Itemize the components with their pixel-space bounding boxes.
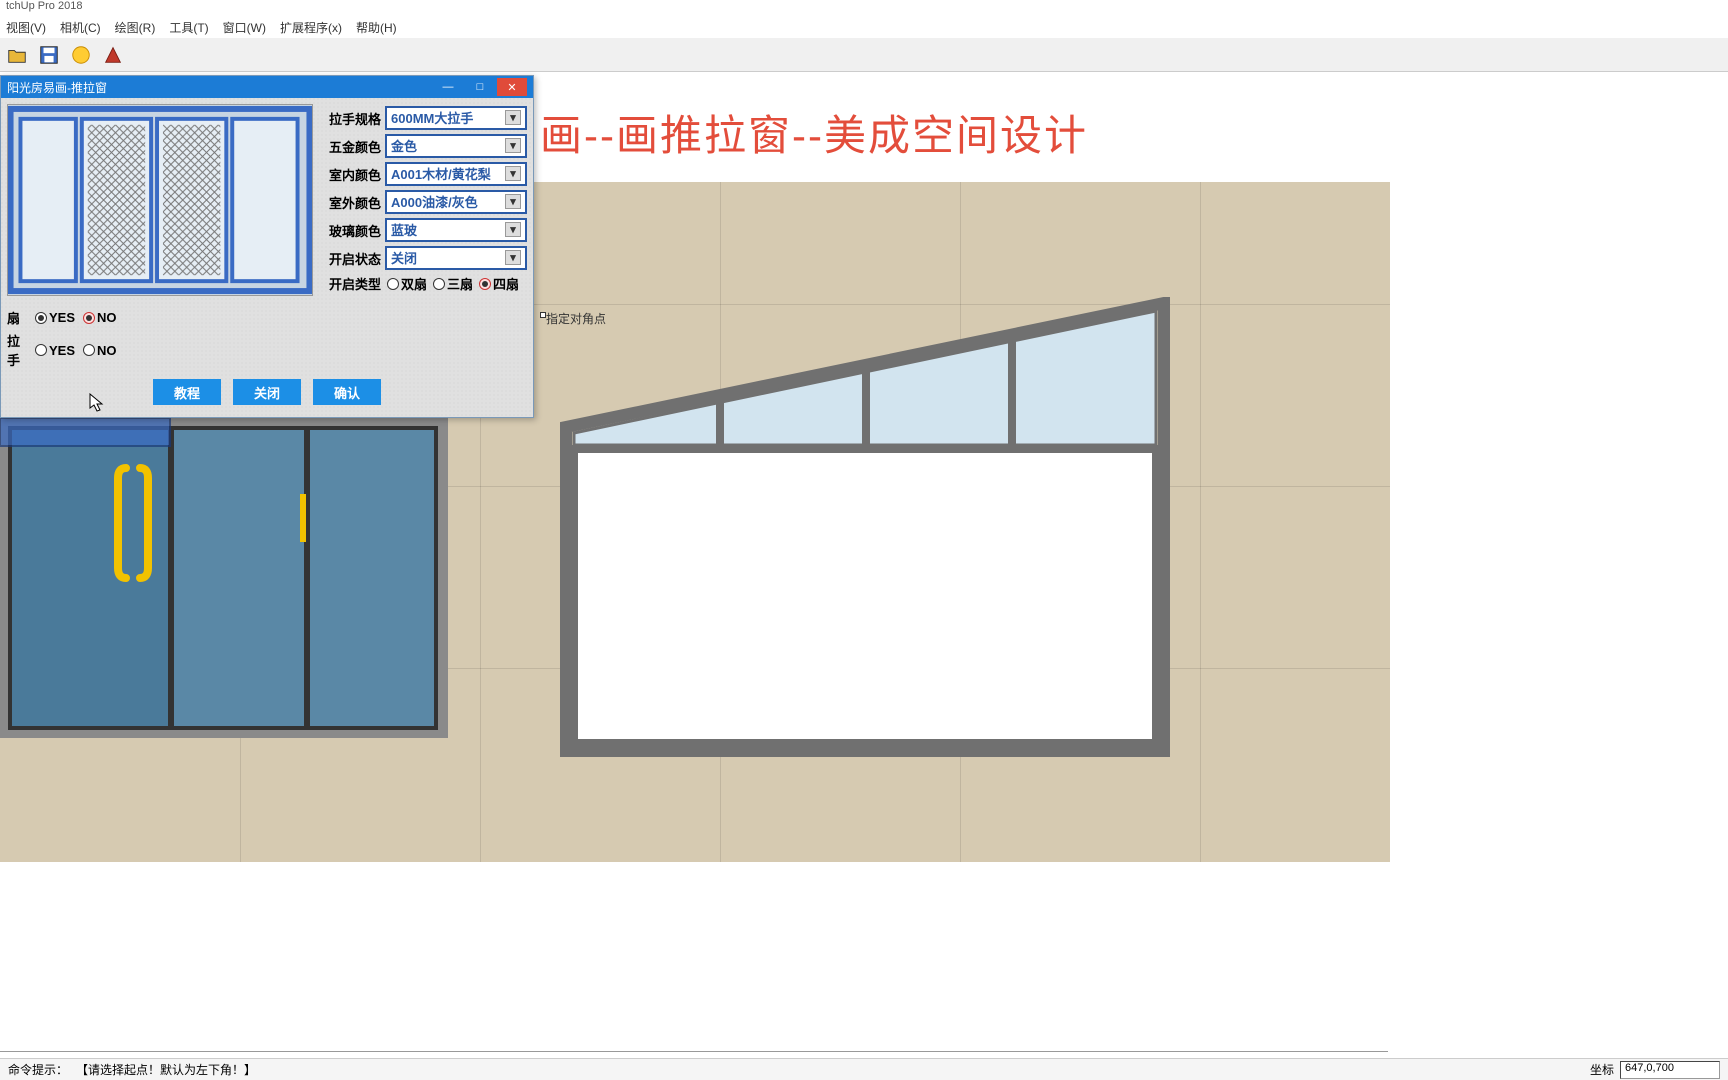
radio-sash-yes[interactable]: YES: [35, 310, 75, 325]
menu-extensions[interactable]: 扩展程序(x): [280, 19, 342, 36]
label-handle-spec: 拉手规格: [321, 109, 381, 128]
label-in-color: 室内颜色: [321, 165, 381, 184]
radio-open-type-2[interactable]: 双扇: [387, 274, 427, 293]
sliding-window-dialog: 阳光房易画-推拉窗 — □ ✕ 拉手规格 600MM大拉手: [0, 75, 534, 418]
close-button[interactable]: 关闭: [233, 379, 301, 405]
menu-tools[interactable]: 工具(T): [169, 19, 208, 36]
sliding-door-render: [0, 418, 448, 738]
status-bar: 命令提示： 【请选择起点！默认为左下角！】 坐标 647,0,700: [0, 1058, 1728, 1080]
plugin-icon-2[interactable]: [100, 42, 126, 68]
label-open-type: 开启类型: [321, 274, 381, 293]
cursor-pointer-icon: [89, 393, 105, 413]
menu-camera[interactable]: 相机(C): [60, 19, 101, 36]
select-open-state[interactable]: 关闭: [385, 246, 527, 270]
watermark-text: 画--画推拉窗--美成空间设计: [540, 102, 1088, 163]
dimension-line: [0, 1051, 1388, 1052]
menu-help[interactable]: 帮助(H): [356, 19, 397, 36]
menu-window[interactable]: 窗口(W): [223, 19, 266, 36]
label-glass-color: 玻璃颜色: [321, 221, 381, 240]
window-frame-preview: [560, 297, 1170, 757]
radio-open-type-3[interactable]: 三扇: [433, 274, 473, 293]
radio-open-type-4[interactable]: 四扇: [479, 274, 519, 293]
main-toolbar: [0, 38, 1728, 72]
open-icon[interactable]: [4, 42, 30, 68]
tutorial-button[interactable]: 教程: [153, 379, 221, 405]
select-glass-color[interactable]: 蓝玻: [385, 218, 527, 242]
app-title-bar: tchUp Pro 2018: [0, 0, 1728, 16]
save-icon[interactable]: [36, 42, 62, 68]
status-coord-label: 坐标: [1590, 1061, 1614, 1078]
select-hw-color[interactable]: 金色: [385, 134, 527, 158]
label-sash: 扇: [7, 308, 27, 327]
select-in-color[interactable]: A001木材/黄花梨: [385, 162, 527, 186]
coord-input[interactable]: 647,0,700: [1620, 1061, 1720, 1079]
minimize-icon[interactable]: —: [433, 78, 463, 96]
label-open-state: 开启状态: [321, 249, 381, 268]
select-handle-spec[interactable]: 600MM大拉手: [385, 106, 527, 130]
menu-view[interactable]: 视图(V): [6, 19, 46, 36]
radio-handle-no[interactable]: NO: [83, 343, 117, 358]
menu-bar: 视图(V) 相机(C) 绘图(R) 工具(T) 窗口(W) 扩展程序(x) 帮助…: [0, 16, 1728, 38]
radio-sash-no[interactable]: NO: [83, 310, 117, 325]
dialog-form: 拉手规格 600MM大拉手 五金颜色 金色 室内颜色 A001木材/黄花梨 室外…: [321, 104, 527, 296]
label-out-color: 室外颜色: [321, 193, 381, 212]
select-out-color[interactable]: A000油漆/灰色: [385, 190, 527, 214]
plugin-icon-1[interactable]: [68, 42, 94, 68]
close-icon[interactable]: ✕: [497, 78, 527, 96]
confirm-button[interactable]: 确认: [313, 379, 381, 405]
maximize-icon[interactable]: □: [465, 78, 495, 96]
menu-draw[interactable]: 绘图(R): [115, 19, 156, 36]
dialog-preview-panel: [7, 104, 313, 296]
dialog-title-bar[interactable]: 阳光房易画-推拉窗 — □ ✕: [1, 76, 533, 98]
label-hw-color: 五金颜色: [321, 137, 381, 156]
dialog-title: 阳光房易画-推拉窗: [7, 79, 107, 96]
app-title: tchUp Pro 2018: [6, 0, 82, 12]
status-prompt-label: 命令提示：: [8, 1061, 68, 1078]
radio-handle-yes[interactable]: YES: [35, 343, 75, 358]
status-prompt-text: 【请选择起点！默认为左下角！】: [76, 1061, 256, 1078]
label-handle: 拉手: [7, 331, 27, 369]
